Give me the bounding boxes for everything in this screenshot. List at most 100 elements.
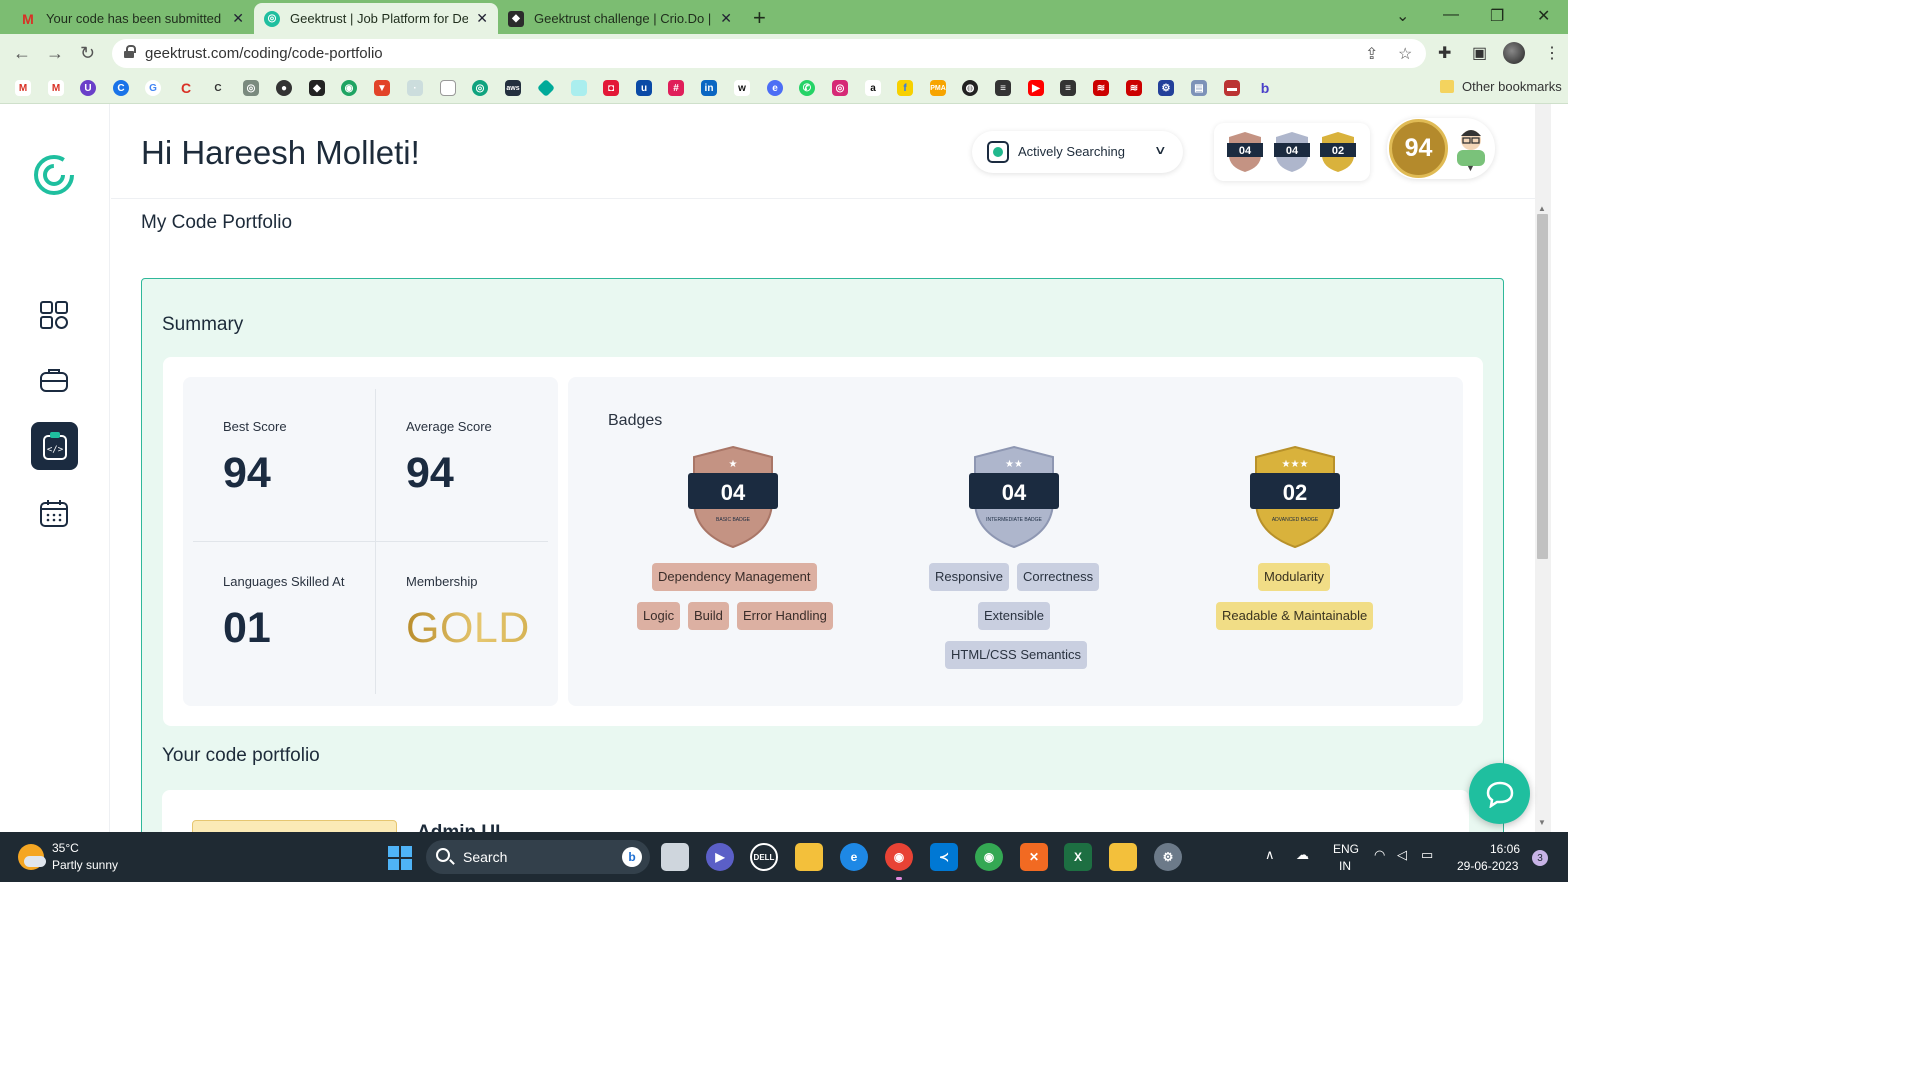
share-icon[interactable]: ⇪ xyxy=(1365,44,1378,64)
chrome-profile-icon[interactable]: ◉ xyxy=(975,843,1003,871)
project-card[interactable]: Admin UI xyxy=(162,790,1469,832)
github-bookmark-icon[interactable]: ● xyxy=(276,80,292,96)
new-tab-button[interactable]: + xyxy=(753,5,766,31)
c-bookmark-icon[interactable]: C xyxy=(113,80,129,96)
file-explorer-icon[interactable] xyxy=(795,843,823,871)
tab-geektrust[interactable]: ◎ Geektrust | Job Platform for Deve ✕ xyxy=(254,3,498,34)
tab-gmail[interactable]: M Your code has been submitted su ✕ xyxy=(10,3,254,34)
excel-icon[interactable]: X xyxy=(1064,843,1092,871)
bookmark-icon[interactable]: PMA xyxy=(930,80,946,96)
code-portfolio-icon[interactable]: </> xyxy=(31,422,78,470)
folder-icon[interactable] xyxy=(1440,80,1454,93)
forward-icon[interactable]: → xyxy=(46,43,64,64)
project-name[interactable]: Admin UI xyxy=(417,822,500,832)
aws-bookmark-icon[interactable]: aws xyxy=(505,80,521,96)
weather-icon[interactable] xyxy=(18,844,46,870)
gitlab-bookmark-icon[interactable]: ▼ xyxy=(374,80,390,96)
bookmark-icon[interactable]: ⚙ xyxy=(1158,80,1174,96)
bookmark-icon[interactable]: ▬ xyxy=(1224,80,1240,96)
chrome-icon[interactable]: ◉ xyxy=(885,843,913,871)
scroll-down-icon[interactable]: ▼ xyxy=(1538,818,1546,827)
linkedin-bookmark-icon[interactable]: in xyxy=(701,80,717,96)
google-bookmark-icon[interactable]: G xyxy=(145,80,161,96)
teams-icon[interactable]: ▶ xyxy=(706,843,734,871)
bank-bookmark-icon[interactable]: u xyxy=(636,80,652,96)
code-bookmark-icon[interactable]: C xyxy=(210,80,226,96)
edge-icon[interactable]: e xyxy=(840,843,868,871)
bing-icon[interactable]: b xyxy=(622,847,642,867)
xampp-icon[interactable]: ✕ xyxy=(1020,843,1048,871)
side-panel-icon[interactable]: ▣ xyxy=(1472,43,1487,63)
w-bookmark-icon[interactable]: w xyxy=(734,80,750,96)
address-bar[interactable]: geektrust.com/coding/code-portfolio ⇪ ☆ xyxy=(112,39,1426,68)
leetcode-bookmark-icon[interactable]: ◉ xyxy=(341,80,357,96)
close-tab-icon[interactable]: ✕ xyxy=(720,10,732,27)
calendar-icon[interactable] xyxy=(33,492,75,534)
whatsapp-bookmark-icon[interactable]: ✆ xyxy=(799,80,815,96)
project-thumbnail[interactable] xyxy=(192,820,397,832)
notes-icon[interactable] xyxy=(1109,843,1137,871)
gmail-bookmark-icon[interactable]: M xyxy=(48,80,64,96)
minimize-icon[interactable]: — xyxy=(1443,6,1459,24)
amazon-bookmark-icon[interactable]: a xyxy=(865,80,881,96)
back-icon[interactable]: ← xyxy=(13,43,31,64)
geektrust-logo-icon[interactable] xyxy=(33,154,75,196)
input-language[interactable]: ENG xyxy=(1333,842,1359,856)
dashboard-grid-icon[interactable] xyxy=(33,294,75,336)
crio-bookmark-icon[interactable]: ◆ xyxy=(309,80,325,96)
hdfc-bookmark-icon[interactable]: ◘ xyxy=(603,80,619,96)
weather-desc[interactable]: Partly sunny xyxy=(52,858,118,872)
bookmark-icon[interactable]: · xyxy=(407,80,423,96)
badge-summary[interactable]: 04 04 02 xyxy=(1214,123,1370,181)
chatgpt-bookmark-icon[interactable]: ◎ xyxy=(472,80,488,96)
bookmark-icon[interactable] xyxy=(571,80,587,96)
settings-gear-icon[interactable]: ⚙ xyxy=(1154,843,1182,871)
input-region[interactable]: IN xyxy=(1339,859,1351,873)
user-menu[interactable]: 94 ▼ xyxy=(1387,118,1495,179)
chat-support-button[interactable] xyxy=(1469,763,1530,824)
b-bookmark-icon[interactable]: b xyxy=(1257,80,1273,96)
flipkart-bookmark-icon[interactable]: f xyxy=(897,80,913,96)
dell-icon[interactable]: DELL xyxy=(750,843,778,871)
page-scrollbar[interactable]: ▲ ▼ xyxy=(1535,104,1551,832)
gmail-bookmark-icon[interactable]: M xyxy=(15,80,31,96)
scroll-up-icon[interactable]: ▲ xyxy=(1538,204,1546,213)
restore-icon[interactable]: ❐ xyxy=(1490,6,1504,26)
lock-icon[interactable] xyxy=(124,45,136,58)
proton-bookmark-icon[interactable]: U xyxy=(80,80,96,96)
bookmark-star-icon[interactable]: ☆ xyxy=(1398,44,1412,64)
airtel-bookmark-icon[interactable]: ≋ xyxy=(1126,80,1142,96)
tab-search-icon[interactable]: ⌄ xyxy=(1396,6,1409,26)
globe-bookmark-icon[interactable]: ◍ xyxy=(962,80,978,96)
openai-bookmark-icon[interactable]: ◎ xyxy=(243,80,259,96)
bookmark-icon[interactable]: ≡ xyxy=(995,80,1011,96)
c-red-bookmark-icon[interactable]: C xyxy=(178,80,194,96)
browser-profile-avatar[interactable] xyxy=(1503,42,1525,64)
airtel-bookmark-icon[interactable]: ≋ xyxy=(1093,80,1109,96)
clock-time[interactable]: 16:06 xyxy=(1490,842,1520,856)
clock-date[interactable]: 29-06-2023 xyxy=(1457,859,1518,873)
menu-dots-icon[interactable]: ⋮ xyxy=(1544,43,1560,63)
battery-icon[interactable]: ▭ xyxy=(1421,847,1433,863)
bookmark-icon[interactable]: ▤ xyxy=(1191,80,1207,96)
weather-temp[interactable]: 35°C xyxy=(52,841,79,855)
scroll-thumb[interactable] xyxy=(1537,214,1548,559)
diamond-bookmark-icon[interactable] xyxy=(536,78,556,98)
close-tab-icon[interactable]: ✕ xyxy=(476,10,488,27)
volume-icon[interactable]: ◁ xyxy=(1397,847,1407,863)
show-hidden-icons[interactable]: ∧ xyxy=(1265,847,1275,863)
edge-bookmark-icon[interactable]: e xyxy=(767,80,783,96)
blank-bookmark-icon[interactable] xyxy=(440,80,456,96)
taskbar-search[interactable]: Search b xyxy=(426,840,650,874)
extensions-icon[interactable]: ✚ xyxy=(1438,43,1451,63)
youtube-bookmark-icon[interactable]: ▶ xyxy=(1028,80,1044,96)
slack-bookmark-icon[interactable]: # xyxy=(668,80,684,96)
other-bookmarks[interactable]: Other bookmarks xyxy=(1462,79,1562,94)
job-status-dropdown[interactable]: Actively Searching ∨ xyxy=(972,131,1183,173)
close-tab-icon[interactable]: ✕ xyxy=(232,10,244,27)
onedrive-icon[interactable]: ☁ xyxy=(1296,847,1309,863)
bookmark-icon[interactable]: ≡ xyxy=(1060,80,1076,96)
jobs-briefcase-icon[interactable] xyxy=(33,359,75,401)
notification-badge[interactable]: 3 xyxy=(1532,850,1548,866)
task-view-icon[interactable] xyxy=(661,843,689,871)
